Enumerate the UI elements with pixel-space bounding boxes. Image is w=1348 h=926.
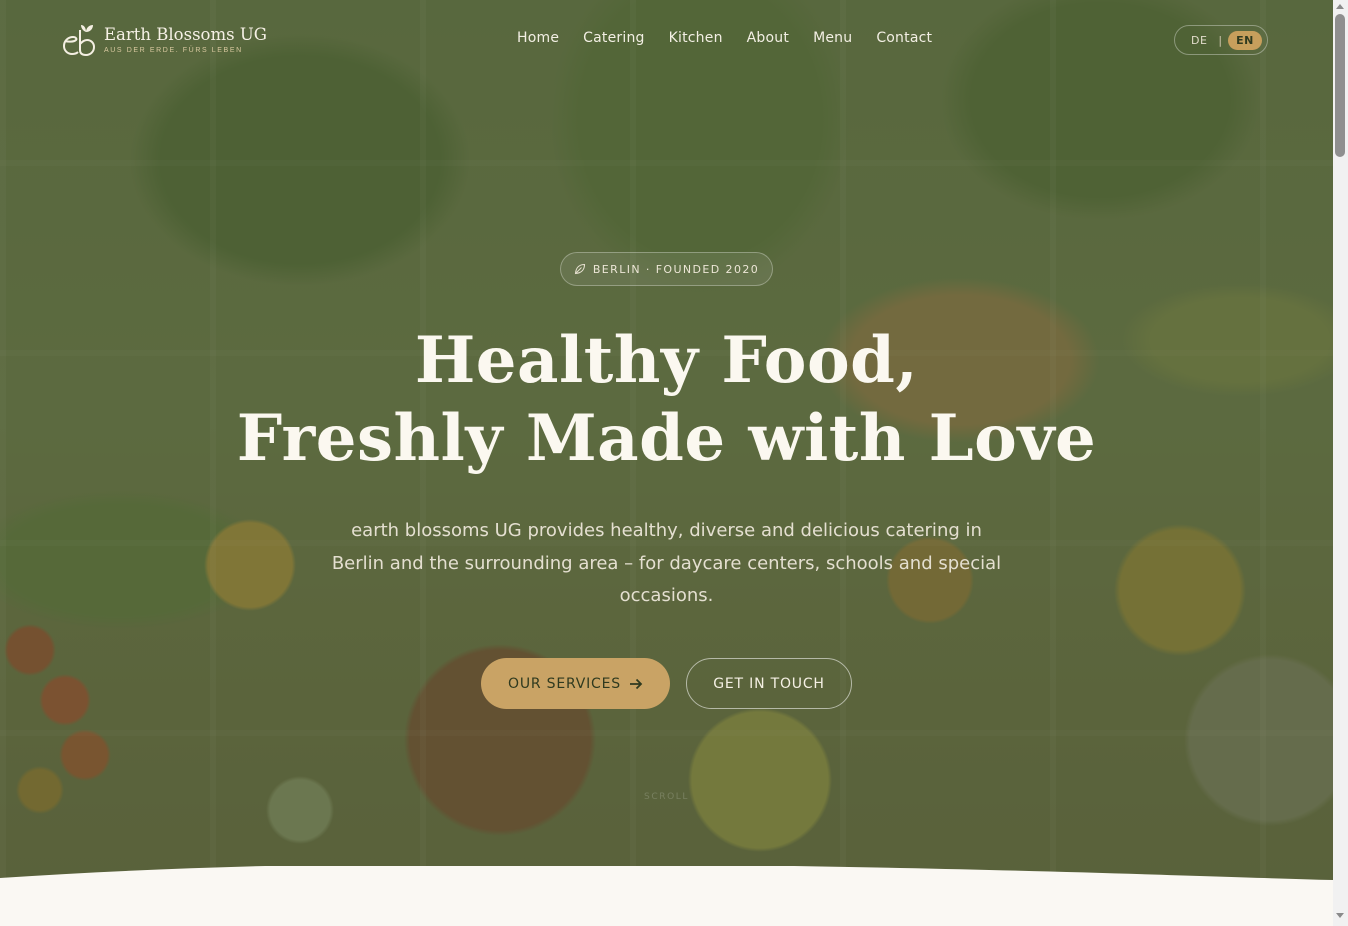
brand-logo[interactable]: Earth Blossoms UG AUS DER ERDE. FÜRS LEB…: [60, 20, 267, 58]
brand-name: Earth Blossoms UG: [104, 24, 267, 44]
language-separator: |: [1218, 33, 1223, 47]
brand-tagline: AUS DER ERDE. FÜRS LEBEN: [104, 46, 243, 54]
headline-line-2: Freshly Made with Love: [236, 401, 1097, 476]
language-option-de[interactable]: DE: [1191, 34, 1207, 47]
main-menu: Home Catering Kitchen About Menu Contact: [517, 30, 932, 46]
hero-headline: Healthy Food, Freshly Made with Love: [0, 322, 1333, 478]
sprout-eb-monogram-icon: [63, 25, 96, 57]
get-in-touch-label: GET IN TOUCH: [713, 675, 825, 692]
nav-item-about[interactable]: About: [747, 30, 789, 46]
scroll-hint: SCROLL: [644, 792, 689, 802]
language-switcher: DE | EN: [1174, 25, 1268, 55]
nav-item-menu[interactable]: Menu: [813, 30, 852, 46]
our-services-label: OUR SERVICES: [508, 675, 621, 692]
hero-subtitle: earth blossoms UG provides healthy, dive…: [331, 520, 1002, 606]
language-option-en[interactable]: EN: [1228, 30, 1262, 50]
scroll-up-arrow-icon[interactable]: [1336, 4, 1344, 9]
page-scrollbar[interactable]: [1333, 0, 1348, 926]
nav-item-home[interactable]: Home: [517, 30, 559, 46]
badge-text: BERLIN · FOUNDED 2020: [592, 262, 760, 276]
nav-item-contact[interactable]: Contact: [876, 30, 932, 46]
brand-text: Earth Blossoms UG AUS DER ERDE. FÜRS LEB…: [104, 25, 267, 54]
nav-item-catering[interactable]: Catering: [583, 30, 644, 46]
our-services-button[interactable]: OUR SERVICES: [481, 658, 670, 709]
get-in-touch-button[interactable]: GET IN TOUCH: [686, 658, 852, 709]
scroll-down-arrow-icon[interactable]: [1336, 913, 1344, 918]
top-navigation: Earth Blossoms UG AUS DER ERDE. FÜRS LEB…: [0, 0, 1333, 80]
arrow-right-icon: [629, 678, 643, 689]
nav-item-kitchen[interactable]: Kitchen: [669, 30, 723, 46]
scrollbar-thumb[interactable]: [1335, 14, 1345, 157]
headline-line-1: Healthy Food,: [414, 323, 919, 398]
leaf-icon: [574, 263, 585, 275]
hero-bottom-wave: [0, 866, 1333, 926]
location-founded-badge: BERLIN · FOUNDED 2020: [560, 252, 773, 286]
